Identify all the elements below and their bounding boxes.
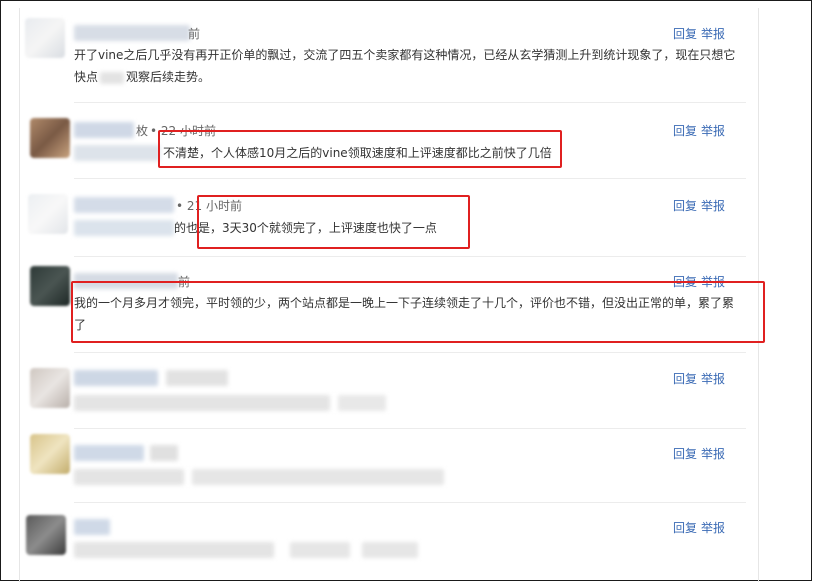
username-blurred xyxy=(74,519,110,535)
comment-actions: 回复 举报 xyxy=(673,445,725,462)
blurred-text xyxy=(100,71,125,84)
highlight-box xyxy=(71,281,765,343)
divider xyxy=(74,502,746,503)
avatar xyxy=(25,18,65,58)
blurred-text xyxy=(290,542,350,558)
divider xyxy=(74,256,746,257)
comment-author-tail: 枚 xyxy=(136,124,149,138)
comment-text-line2-a: 快点 xyxy=(74,70,99,84)
comment-actions: 回复 举报 xyxy=(673,370,725,387)
reply-link[interactable]: 回复 xyxy=(673,124,697,138)
report-link[interactable]: 举报 xyxy=(701,124,725,138)
blurred-text xyxy=(362,542,418,558)
blurred-text xyxy=(338,395,386,411)
comment-text-line2-b: 观察后续走势。 xyxy=(126,70,211,84)
reply-link[interactable]: 回复 xyxy=(673,521,697,535)
avatar xyxy=(30,118,70,158)
reply-link[interactable]: 回复 xyxy=(673,447,697,461)
reply-link[interactable]: 回复 xyxy=(673,27,697,41)
avatar xyxy=(30,434,70,474)
comment-actions: 回复 举报 xyxy=(673,25,725,42)
avatar xyxy=(26,515,66,555)
blurred-text xyxy=(74,469,184,485)
username-blurred xyxy=(74,370,158,386)
avatar xyxy=(30,368,70,408)
report-link[interactable]: 举报 xyxy=(701,199,725,213)
comment-actions: 回复 举报 xyxy=(673,197,725,214)
blurred-text xyxy=(74,145,160,161)
highlight-box xyxy=(158,130,562,168)
reply-link[interactable]: 回复 xyxy=(673,372,697,386)
comment-actions: 回复 举报 xyxy=(673,122,725,139)
comment-text: 开了vine之后几乎没有再开正价单的飘过，交流了四五个卖家都有这种情况，已经从玄… xyxy=(74,44,744,88)
report-link[interactable]: 举报 xyxy=(701,447,725,461)
blurred-text xyxy=(74,542,274,558)
comment-time: 前 xyxy=(188,27,201,41)
username-blurred xyxy=(74,445,144,461)
divider xyxy=(74,428,746,429)
avatar xyxy=(28,194,68,234)
divider xyxy=(74,352,746,353)
comment-actions: 回复 举报 xyxy=(673,519,725,536)
blurred-text xyxy=(74,395,330,411)
blurred-text xyxy=(192,469,444,485)
report-link[interactable]: 举报 xyxy=(701,27,725,41)
highlight-box xyxy=(197,195,470,249)
time-blurred xyxy=(166,370,228,386)
avatar xyxy=(30,266,70,306)
report-link[interactable]: 举报 xyxy=(701,372,725,386)
blurred-text xyxy=(74,220,174,236)
time-blurred xyxy=(150,445,178,461)
reply-link[interactable]: 回复 xyxy=(673,199,697,213)
username-blurred xyxy=(74,122,134,138)
divider xyxy=(74,178,746,179)
report-link[interactable]: 举报 xyxy=(701,521,725,535)
comment-text-line1: 开了vine之后几乎没有再开正价单的飘过，交流了四五个卖家都有这种情况，已经从玄… xyxy=(74,48,736,62)
username-blurred xyxy=(74,25,190,41)
username-blurred xyxy=(74,197,174,213)
divider xyxy=(74,102,746,103)
